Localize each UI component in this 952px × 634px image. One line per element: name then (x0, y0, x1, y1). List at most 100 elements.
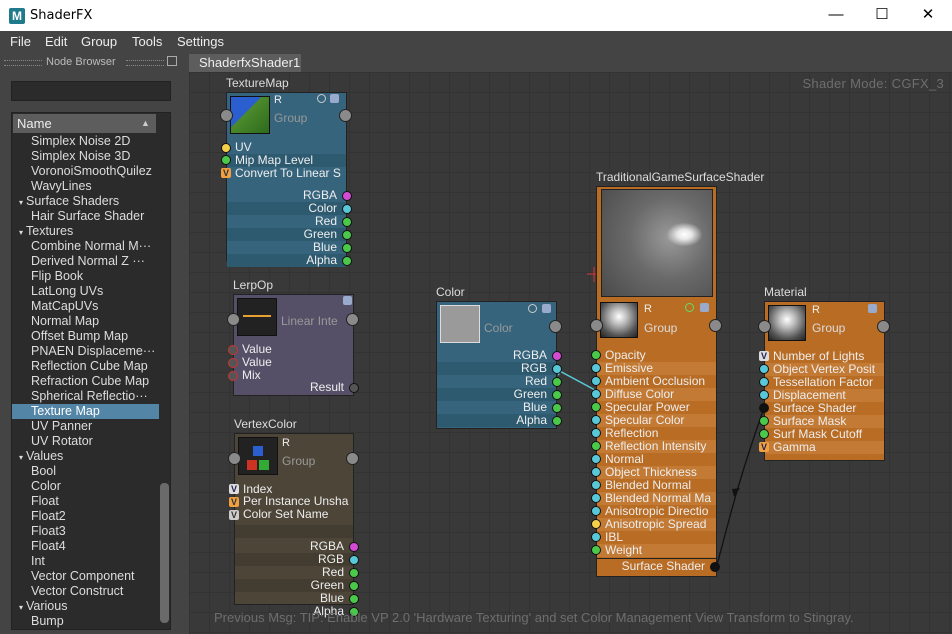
group-connector-right[interactable] (346, 452, 359, 465)
input-port[interactable] (591, 389, 601, 399)
tree-item[interactable]: VoronoiSmoothQuilez (12, 164, 159, 179)
input-port[interactable] (228, 358, 238, 368)
preview-toggle-icon[interactable] (685, 303, 694, 312)
output-port[interactable] (342, 230, 352, 240)
lock-icon[interactable] (330, 94, 339, 103)
tree-item[interactable]: ▾ Various (12, 599, 159, 614)
expand-arrow-icon[interactable]: ▾ (16, 600, 26, 614)
tree-item[interactable]: Vector Construct (12, 584, 159, 599)
preview-toggle-icon[interactable] (528, 304, 537, 313)
output-port[interactable] (342, 256, 352, 266)
node-traditional-game-surface-shader[interactable]: TraditionalGameSurfaceShader R Group Opa… (590, 170, 764, 577)
panel-grip[interactable] (4, 60, 42, 66)
output-port[interactable] (552, 403, 562, 413)
tree-scrollbar-thumb[interactable] (160, 483, 169, 623)
group-connector-right[interactable] (709, 319, 722, 332)
tree-item[interactable]: Int (12, 554, 159, 569)
output-port[interactable] (349, 383, 359, 393)
tree-item[interactable]: LatLong UVs (12, 284, 159, 299)
input-port[interactable] (591, 480, 601, 490)
tree-item[interactable]: Float3 (12, 524, 159, 539)
string-port-icon[interactable]: V (229, 510, 239, 520)
output-port[interactable] (552, 390, 562, 400)
input-port[interactable] (591, 519, 601, 529)
menu-edit[interactable]: Edit (45, 34, 67, 49)
input-port[interactable] (591, 363, 601, 373)
tree-item[interactable]: Float4 (12, 539, 159, 554)
preview-toggle-icon[interactable] (317, 94, 326, 103)
close-button[interactable]: ✕ (905, 0, 951, 31)
output-port[interactable] (342, 191, 352, 201)
output-port[interactable] (349, 555, 359, 565)
tree-item[interactable]: Bump (12, 614, 159, 629)
menu-settings[interactable]: Settings (177, 34, 224, 49)
output-port[interactable] (342, 204, 352, 214)
output-port[interactable] (342, 243, 352, 253)
bool-port-icon[interactable]: V (221, 168, 231, 178)
tree-item[interactable]: Texture Map (12, 404, 159, 419)
expand-arrow-icon[interactable]: ▾ (16, 225, 26, 239)
tree-item[interactable]: Flip Book (12, 269, 159, 284)
lock-icon[interactable] (868, 304, 877, 313)
tree-item[interactable]: Simplex Noise 2D (12, 134, 159, 149)
node-lerpop[interactable]: LerpOp Linear Inte Value Value Mix Resul… (227, 278, 359, 396)
input-port[interactable] (591, 532, 601, 542)
group-connector-right[interactable] (346, 313, 359, 326)
input-port[interactable] (591, 402, 601, 412)
input-port[interactable] (591, 493, 601, 503)
tree-item[interactable]: Float2 (12, 509, 159, 524)
group-connector-left[interactable] (590, 319, 603, 332)
node-material[interactable]: Material R Group V Number of Lights Object… (758, 285, 890, 461)
input-port[interactable] (759, 403, 769, 413)
lock-icon[interactable] (700, 303, 709, 312)
tree-item[interactable]: Vector Component (12, 569, 159, 584)
tree-item[interactable]: Derived Normal Z ··· (12, 254, 159, 269)
input-port[interactable] (591, 428, 601, 438)
input-port[interactable] (759, 377, 769, 387)
tree-item[interactable]: Simplex Noise 3D (12, 149, 159, 164)
input-port[interactable] (759, 416, 769, 426)
group-connector-right[interactable] (339, 109, 352, 122)
menu-file[interactable]: File (10, 34, 31, 49)
input-port[interactable] (759, 364, 769, 374)
lock-icon[interactable] (343, 296, 352, 305)
output-port[interactable] (349, 542, 359, 552)
tab-shaderfxshader1[interactable]: ShaderfxShader1 (189, 54, 301, 72)
tree-item[interactable]: Bool (12, 464, 159, 479)
node-texturemap[interactable]: TextureMap R Group UV Mip Map Level V Co… (220, 76, 352, 267)
tree-item[interactable]: ▾ Surface Shaders (12, 194, 159, 209)
input-port[interactable] (591, 350, 601, 360)
output-port[interactable] (552, 364, 562, 374)
tree-item[interactable]: WavyLines (12, 179, 159, 194)
group-connector-left[interactable] (227, 313, 240, 326)
input-port[interactable] (591, 441, 601, 451)
node-search-input[interactable] (11, 81, 171, 101)
expand-arrow-icon[interactable]: ▾ (16, 195, 26, 209)
group-connector-right[interactable] (549, 320, 562, 333)
tree-item[interactable]: Combine Normal M··· (12, 239, 159, 254)
input-port[interactable] (591, 415, 601, 425)
tree-item[interactable]: Reflection Cube Map (12, 359, 159, 374)
tree-item[interactable]: ▾ Values (12, 449, 159, 464)
tree-item[interactable]: UV Rotator (12, 434, 159, 449)
node-color[interactable]: Color Color RGBA RGB Red Green Blue Alph… (436, 285, 562, 429)
tree-item[interactable]: ▾ Textures (12, 224, 159, 239)
input-port[interactable] (221, 143, 231, 153)
tree-item[interactable]: Offset Bump Map (12, 329, 159, 344)
tree-item[interactable]: Spherical Reflectio··· (12, 389, 159, 404)
tree-item[interactable]: Refraction Cube Map (12, 374, 159, 389)
group-connector-right[interactable] (877, 320, 890, 333)
tree-item[interactable]: Hair Surface Shader (12, 209, 159, 224)
output-port[interactable] (349, 568, 359, 578)
input-port[interactable] (591, 545, 601, 555)
input-port[interactable] (591, 506, 601, 516)
output-port[interactable] (349, 594, 359, 604)
lock-icon[interactable] (542, 304, 551, 313)
tree-item[interactable]: MatCapUVs (12, 299, 159, 314)
input-port[interactable] (591, 454, 601, 464)
input-port[interactable] (759, 390, 769, 400)
tree-item[interactable]: UV Panner (12, 419, 159, 434)
maximize-button[interactable]: ☐ (859, 0, 905, 31)
input-port[interactable] (759, 429, 769, 439)
menu-tools[interactable]: Tools (132, 34, 162, 49)
